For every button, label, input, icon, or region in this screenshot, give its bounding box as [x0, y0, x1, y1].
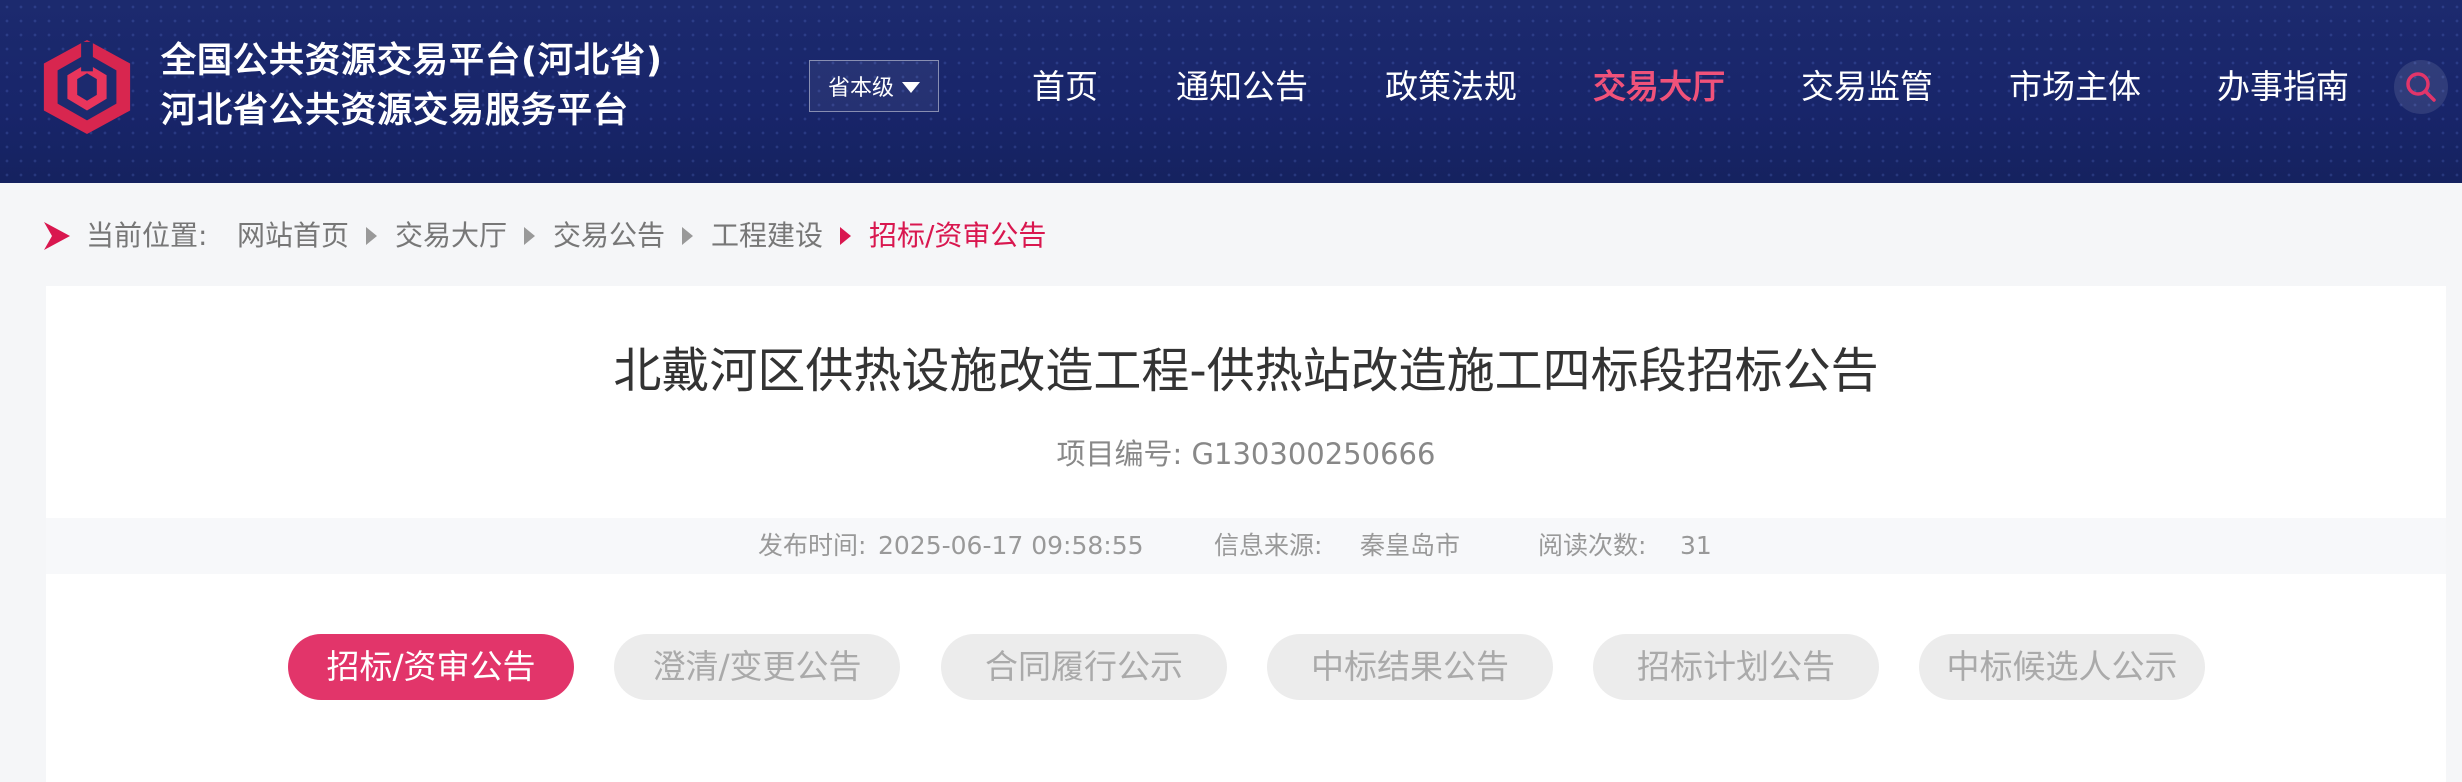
breadcrumb-trading-notices[interactable]: 交易公告	[553, 212, 665, 260]
tab-contract-performance[interactable]: 合同履行公示	[941, 634, 1227, 700]
nav-market-entities[interactable]: 市场主体	[2009, 60, 2141, 114]
tab-tender-plan[interactable]: 招标计划公告	[1593, 634, 1879, 700]
breadcrumb-separator-icon	[366, 227, 377, 245]
publish-time-value: 2025-06-17 09:58:55	[878, 531, 1144, 560]
breadcrumb-engineering[interactable]: 工程建设	[711, 212, 823, 260]
logo-icon[interactable]	[38, 38, 136, 136]
breadcrumb: 当前位置: 网站首页 交易大厅 交易公告 工程建设 招标/资审公告	[44, 212, 1344, 260]
tab-tender-notice[interactable]: 招标/资审公告	[288, 634, 574, 700]
level-select[interactable]: 省本级	[809, 60, 939, 112]
brand-line-2: 河北省公共资源交易服务平台	[161, 91, 630, 131]
brand-title[interactable]: 全国公共资源交易平台(河北省) 河北省公共资源交易服务平台	[161, 36, 663, 136]
breadcrumb-home[interactable]: 网站首页	[237, 212, 349, 260]
tab-clarification-notice[interactable]: 澄清/变更公告	[614, 634, 900, 700]
breadcrumb-current: 招标/资审公告	[869, 219, 1047, 252]
level-select-label: 省本级	[827, 76, 894, 101]
caret-down-icon	[902, 81, 920, 93]
tab-winning-candidates[interactable]: 中标候选人公示	[1919, 634, 2205, 700]
article-meta-bar: 发布时间: 2025-06-17 09:58:55 信息来源: 秦皇岛市 阅读次…	[46, 518, 2446, 574]
nav-supervision[interactable]: 交易监管	[1801, 60, 1933, 114]
project-number-label: 项目编号:	[1056, 437, 1183, 471]
publish-time-label: 发布时间:	[758, 531, 867, 560]
nav-home[interactable]: 首页	[1032, 60, 1098, 114]
tab-award-result[interactable]: 中标结果公告	[1267, 634, 1553, 700]
project-number: 项目编号: G130300250666	[46, 434, 2446, 474]
views-value: 31	[1680, 531, 1712, 560]
announcement-tabs: 招标/资审公告 澄清/变更公告 合同履行公示 中标结果公告 招标计划公告 中标候…	[46, 634, 2446, 700]
project-number-value: G130300250666	[1191, 437, 1436, 471]
search-button[interactable]	[2394, 60, 2448, 114]
nav-guide[interactable]: 办事指南	[2217, 60, 2349, 114]
breadcrumb-trading-hall[interactable]: 交易大厅	[395, 212, 507, 260]
nav-notices[interactable]: 通知公告	[1176, 60, 1308, 114]
source-label: 信息来源:	[1214, 531, 1323, 560]
article-card: 北戴河区供热设施改造工程-供热站改造施工四标段招标公告 项目编号: G13030…	[46, 286, 2446, 782]
site-header: 全国公共资源交易平台(河北省) 河北省公共资源交易服务平台 省本级 首页 通知公…	[0, 0, 2462, 183]
breadcrumb-separator-icon	[524, 227, 535, 245]
article-title: 北戴河区供热设施改造工程-供热站改造施工四标段招标公告	[613, 343, 1879, 399]
breadcrumb-prefix: 当前位置:	[86, 219, 208, 252]
location-arrow-icon	[44, 222, 70, 250]
brand-line-1: 全国公共资源交易平台(河北省)	[161, 41, 663, 81]
nav-trading-hall[interactable]: 交易大厅	[1593, 60, 1725, 114]
nav-policies[interactable]: 政策法规	[1385, 60, 1517, 114]
breadcrumb-separator-icon	[682, 227, 693, 245]
breadcrumb-separator-icon	[840, 227, 851, 245]
views-label: 阅读次数:	[1538, 531, 1647, 560]
search-icon	[2406, 72, 2436, 102]
source-value: 秦皇岛市	[1360, 531, 1461, 560]
